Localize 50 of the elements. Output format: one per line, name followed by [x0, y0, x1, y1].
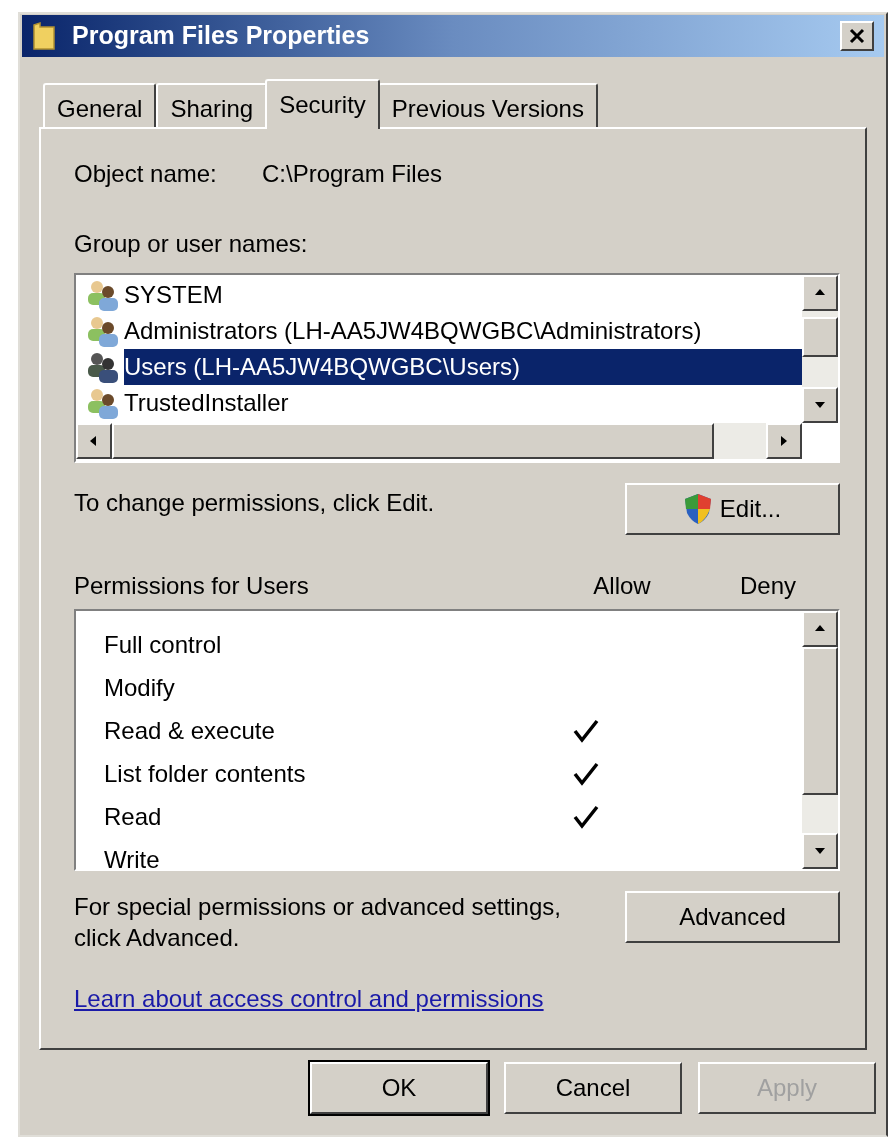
close-icon — [849, 28, 865, 44]
horizontal-scrollbar[interactable] — [76, 423, 802, 459]
advanced-hint: For special permissions or advanced settings, click Advanced. — [74, 892, 562, 953]
object-name-value: C:\Program Files — [262, 159, 443, 189]
deny-column-header: Deny — [739, 571, 797, 601]
tab[interactable]: Sharing — [156, 83, 268, 127]
user-group-icon — [86, 387, 120, 419]
allow-column-header: Allow — [592, 571, 652, 601]
scroll-up-button[interactable] — [802, 611, 838, 647]
permission-name: List folder contents — [104, 758, 307, 789]
permission-name: Full control — [104, 629, 223, 660]
scroll-thumb[interactable] — [802, 317, 838, 357]
permission-name: Write — [104, 844, 161, 869]
group-label: Group or user names: — [74, 229, 309, 259]
user-list-item[interactable]: TrustedInstaller — [86, 385, 802, 421]
scroll-thumb[interactable] — [802, 647, 838, 795]
permission-name: Read & execute — [104, 715, 276, 746]
tab[interactable]: Previous Versions — [377, 83, 598, 127]
scroll-right-button[interactable] — [766, 423, 802, 459]
folder-icon — [32, 21, 56, 51]
permissions-title: Permissions for Users — [74, 571, 310, 601]
dialog-button[interactable]: OK — [310, 1062, 488, 1114]
user-group-icon — [86, 351, 120, 383]
shield-icon — [683, 493, 712, 525]
scroll-left-button[interactable] — [76, 423, 112, 459]
help-link[interactable]: Learn about access control and permissions — [74, 981, 544, 1017]
edit-button[interactable]: Edit... — [625, 483, 840, 535]
scroll-up-button[interactable] — [802, 275, 838, 311]
advanced-button[interactable]: Advanced — [625, 891, 840, 943]
scroll-thumb[interactable] — [112, 423, 714, 459]
scroll-down-button[interactable] — [802, 833, 838, 869]
window-title: Program Files Properties — [72, 20, 370, 52]
user-list-item[interactable]: Administrators (LH-AA5JW4BQWGBC\Administrators) — [86, 313, 802, 349]
user-group-icon — [86, 279, 120, 311]
checkmark-icon — [573, 804, 599, 829]
scroll-down-button[interactable] — [802, 387, 838, 423]
tab[interactable]: General — [43, 83, 157, 127]
checkmark-icon — [573, 718, 599, 743]
close-button[interactable] — [840, 21, 874, 51]
change-hint: To change permissions, click Edit. — [74, 488, 435, 518]
dialog-button[interactable]: Cancel — [504, 1062, 682, 1114]
permission-name: Read — [104, 801, 163, 832]
tab[interactable]: Security — [265, 79, 380, 129]
user-list-item[interactable]: SYSTEM — [86, 277, 802, 313]
vertical-scrollbar[interactable] — [802, 275, 838, 423]
vertical-scrollbar[interactable] — [802, 611, 838, 869]
object-name-label: Object name: — [74, 159, 218, 189]
permission-name: Modify — [104, 672, 176, 703]
checkmark-icon — [573, 761, 599, 786]
user-group-icon — [86, 315, 120, 347]
